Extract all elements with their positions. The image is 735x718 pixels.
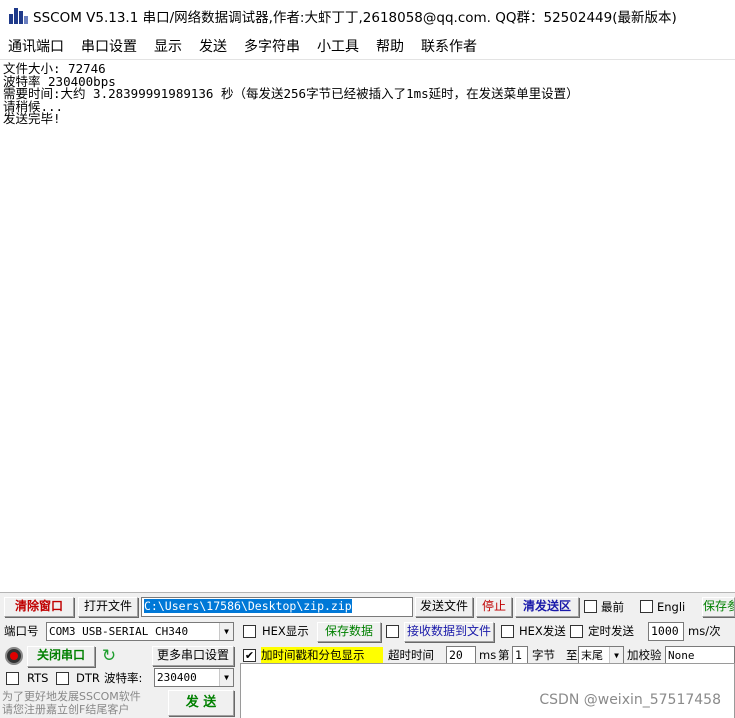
port-value: COM3 USB-SERIAL CH340 xyxy=(49,625,189,638)
menu-help[interactable]: 帮助 xyxy=(376,36,404,56)
save-params-button[interactable]: 保存参 xyxy=(702,597,735,617)
timeout-unit-label: ms xyxy=(479,648,497,662)
menu-serial-settings[interactable]: 串口设置 xyxy=(81,36,137,56)
menu-send[interactable]: 发送 xyxy=(199,36,227,56)
chevron-down-icon: ▼ xyxy=(609,647,623,664)
menu-tools[interactable]: 小工具 xyxy=(317,36,359,56)
file-path-input[interactable]: C:\Users\17586\Desktop\zip.zip xyxy=(141,597,413,617)
byte-label: 字节 xyxy=(532,648,555,662)
receive-output-area[interactable]: 文件大小: 72746 波特率 230400bps 需要时间:大约 3.2839… xyxy=(0,60,735,592)
chevron-down-icon: ▼ xyxy=(219,669,233,686)
checksum-label: 加校验 xyxy=(627,648,662,662)
promo-line: 请您注册嘉立创F结尾客户 xyxy=(2,703,130,716)
english-checkbox[interactable] xyxy=(640,600,653,613)
timed-unit-label: ms/次 xyxy=(688,624,721,638)
open-file-button[interactable]: 打开文件 xyxy=(78,597,138,617)
sscom-bars-icon xyxy=(8,6,28,26)
recv-to-file-button[interactable]: 接收数据到文件 xyxy=(404,622,494,642)
menu-contact-author[interactable]: 联系作者 xyxy=(421,36,477,56)
file-path-text: C:\Users\17586\Desktop\zip.zip xyxy=(144,599,352,613)
nth-label: 第 xyxy=(498,648,510,662)
clear-send-area-button[interactable]: 清发送区 xyxy=(515,597,579,617)
port-label: 端口号 xyxy=(4,624,39,638)
title-bar: SSCOM V5.13.1 串口/网络数据调试器,作者:大虾丁丁,2618058… xyxy=(0,0,735,32)
timed-interval-input[interactable]: 1000 xyxy=(648,622,684,641)
menu-display[interactable]: 显示 xyxy=(154,36,182,56)
topmost-checkbox[interactable] xyxy=(584,600,597,613)
timestamp-label: 加时间戳和分包显示 xyxy=(261,647,383,663)
checksum-value: None xyxy=(668,649,695,662)
stop-button[interactable]: 停止 xyxy=(476,597,512,617)
menu-bar: 通讯端口 串口设置 显示 发送 多字符串 小工具 帮助 联系作者 xyxy=(0,32,735,60)
baud-label: 波特率: xyxy=(104,671,143,685)
timed-send-label: 定时发送 xyxy=(588,624,634,638)
baud-rate-select[interactable]: 230400 ▼ xyxy=(154,668,234,687)
timestamp-checkbox[interactable]: ✔ xyxy=(243,649,256,662)
output-line: 请稍候... xyxy=(3,98,64,114)
output-line: 发送完毕! xyxy=(3,111,61,126)
csdn-watermark: CSDN @weixin_57517458 xyxy=(539,692,721,708)
close-port-button[interactable]: 关闭串口 xyxy=(27,646,95,667)
dtr-label: DTR xyxy=(76,671,100,685)
rts-label: RTS xyxy=(27,671,49,685)
port-select[interactable]: COM3 USB-SERIAL CH340 ▼ xyxy=(46,622,234,641)
english-label: Engli xyxy=(657,600,686,614)
timeout-label: 超时时间 xyxy=(388,648,434,662)
menu-comm-port[interactable]: 通讯端口 xyxy=(8,36,64,56)
to-label: 至 xyxy=(566,648,578,662)
promo-line: 为了更好地发展SSCOM软件 xyxy=(2,690,141,703)
send-button[interactable]: 发 送 xyxy=(168,690,234,716)
menu-multi-string[interactable]: 多字符串 xyxy=(244,36,300,56)
topmost-label: 最前 xyxy=(601,600,624,614)
hex-send-label: HEX发送 xyxy=(519,624,566,638)
window-title: SSCOM V5.13.1 串口/网络数据调试器,作者:大虾丁丁,2618058… xyxy=(33,10,677,26)
end-value: 末尾 xyxy=(581,649,603,662)
promo-text[interactable]: 为了更好地发展SSCOM软件 请您注册嘉立创F结尾客户 xyxy=(2,690,152,716)
hex-display-label: HEX显示 xyxy=(262,624,309,638)
output-line: 需要时间:大约 3.28399991989136 秒（每发送256字节已经被插入… xyxy=(3,86,579,101)
send-file-button[interactable]: 发送文件 xyxy=(415,597,473,617)
hex-send-checkbox[interactable] xyxy=(501,625,514,638)
rts-checkbox[interactable] xyxy=(6,672,19,685)
refresh-icon[interactable]: ↻ xyxy=(99,646,119,667)
port-status-icon xyxy=(5,647,23,665)
recv-to-file-checkbox[interactable] xyxy=(386,625,399,638)
more-serial-settings-button[interactable]: 更多串口设置 xyxy=(152,646,234,666)
dtr-checkbox[interactable] xyxy=(56,672,69,685)
clear-window-button[interactable]: 清除窗口 xyxy=(4,597,74,617)
baud-value: 230400 xyxy=(157,671,197,684)
send-text-area[interactable] xyxy=(240,663,735,718)
chevron-down-icon: ▼ xyxy=(219,623,233,640)
save-data-button[interactable]: 保存数据 xyxy=(317,622,381,642)
timed-send-checkbox[interactable] xyxy=(570,625,583,638)
output-line: 文件大小: 72746 xyxy=(3,61,106,76)
hex-display-checkbox[interactable] xyxy=(243,625,256,638)
